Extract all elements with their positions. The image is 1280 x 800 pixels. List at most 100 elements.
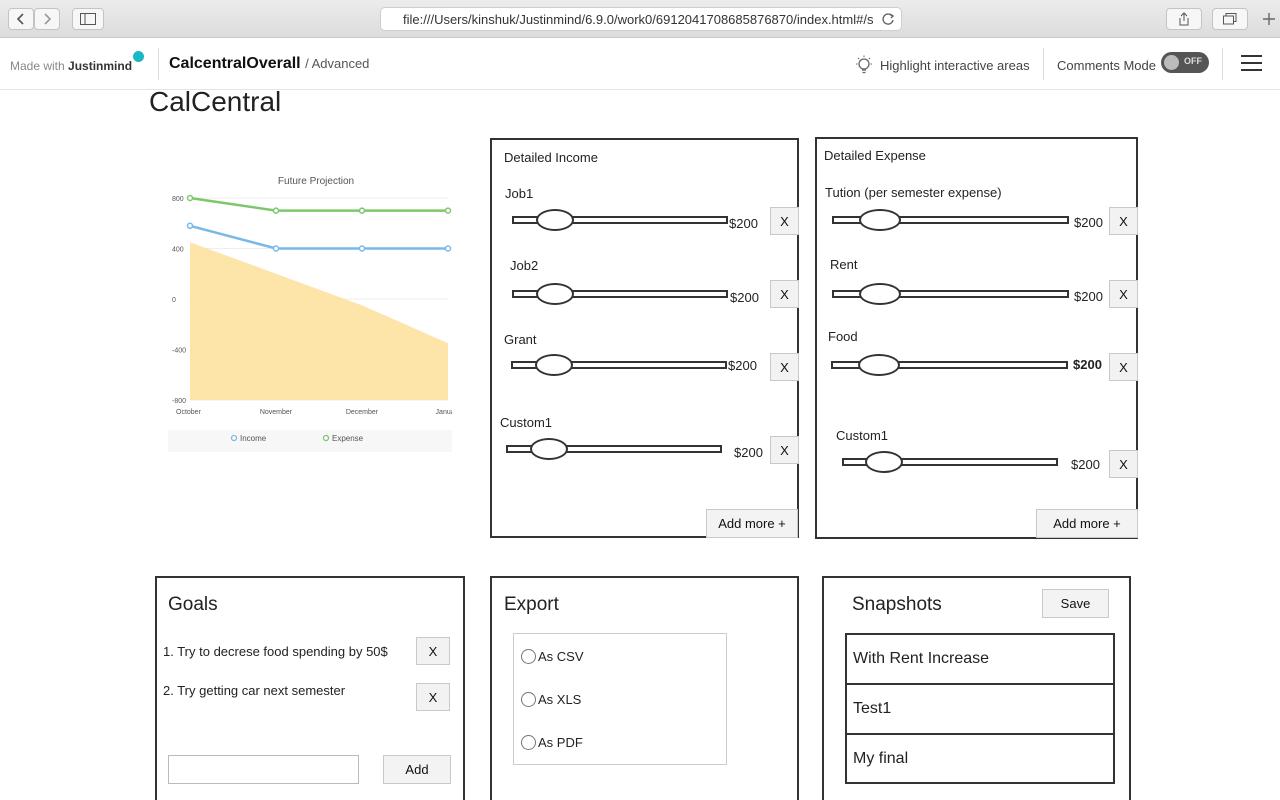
data-point-income: [272, 245, 280, 252]
project-subtitle: / Advanced: [305, 56, 370, 71]
remove-income-custom1-button[interactable]: X: [770, 436, 799, 464]
reload-icon[interactable]: [881, 12, 895, 26]
lightbulb-icon: [856, 55, 872, 74]
expense-slider-knob-tution[interactable]: [859, 209, 901, 231]
legend-marker-income: [230, 434, 238, 442]
export-option-csv[interactable]: As CSV: [521, 649, 584, 664]
back-button[interactable]: [8, 8, 34, 30]
save-snapshot-button[interactable]: Save: [1042, 589, 1109, 618]
comments-mode-toggle[interactable]: OFF: [1161, 52, 1209, 73]
project-name: CalcentralOverall: [169, 55, 301, 72]
remove-expense-custom1-button[interactable]: X: [1109, 450, 1138, 478]
income-slider-knob-job2[interactable]: [536, 283, 574, 305]
expense-amount-food: $200: [1073, 357, 1102, 372]
goals-title: Goals: [168, 594, 218, 615]
new-tab-button[interactable]: [1258, 8, 1280, 30]
expense-label-tution: Tution (per semester expense): [825, 185, 1002, 200]
brand-logo-dot: [133, 51, 144, 62]
highlight-areas-button[interactable]: Highlight interactive areas: [854, 55, 1030, 75]
export-option-label: As PDF: [538, 735, 583, 750]
new-goal-input[interactable]: [168, 755, 359, 784]
snapshot-item[interactable]: With Rent Increase: [845, 633, 1115, 685]
remove-expense-food-button[interactable]: X: [1109, 353, 1138, 381]
legend-marker-expense: [322, 434, 330, 442]
radio-button[interactable]: [521, 692, 536, 707]
header-divider: [158, 48, 159, 80]
browser-toolbar: file:///Users/kinshuk/Justinmind/6.9.0/w…: [0, 0, 1280, 38]
radio-button[interactable]: [521, 649, 536, 664]
expense-amount-tution: $200: [1074, 215, 1103, 230]
brand-name: Justinmind: [68, 59, 133, 73]
header-divider: [1222, 48, 1223, 80]
tabs-button[interactable]: [1212, 8, 1248, 30]
made-with-text: Made with: [10, 59, 65, 73]
expense-amount-rent: $200: [1074, 289, 1103, 304]
income-label-job2: Job2: [510, 258, 539, 273]
url-bar[interactable]: file:///Users/kinshuk/Justinmind/6.9.0/w…: [380, 7, 902, 31]
export-option-label: As XLS: [538, 692, 582, 707]
income-panel-title: Detailed Income: [504, 150, 598, 165]
data-point-expense: [272, 207, 280, 214]
legend-label-expense: Expense: [332, 434, 364, 443]
share-icon: [1179, 12, 1189, 26]
x-tick-label: December: [346, 409, 379, 416]
add-goal-button[interactable]: Add: [383, 755, 451, 784]
sidebar-toggle-button[interactable]: [72, 8, 104, 30]
income-slider-knob-grant[interactable]: [535, 354, 573, 376]
income-amount-job1: $200: [729, 216, 758, 231]
chevron-right-icon: [44, 13, 52, 25]
remove-goal-1-button[interactable]: X: [416, 637, 450, 665]
y-tick-label: 0: [172, 297, 176, 304]
expense-slider-knob-food[interactable]: [858, 354, 900, 376]
data-point-expense: [186, 194, 194, 202]
projection-chart: Future Projection 800 400 0 -400 -800 October N…: [168, 168, 461, 452]
data-point-income: [444, 245, 452, 252]
data-point-income: [358, 245, 366, 252]
remove-goal-2-button[interactable]: X: [416, 683, 450, 711]
y-tick-label: 400: [172, 247, 184, 254]
plus-icon: [1263, 13, 1275, 25]
snapshot-item[interactable]: Test1: [845, 683, 1115, 735]
page-title: CalCentral: [149, 86, 282, 117]
income-label-grant: Grant: [504, 332, 537, 347]
snapshots-title: Snapshots: [852, 594, 942, 615]
remove-expense-tution-button[interactable]: X: [1109, 207, 1138, 235]
menu-icon[interactable]: [1241, 55, 1262, 76]
remove-income-job2-button[interactable]: X: [770, 280, 799, 308]
y-tick-label: -800: [172, 398, 186, 405]
income-slider-knob-job1[interactable]: [536, 209, 574, 231]
expense-amount-custom1: $200: [1071, 457, 1100, 472]
projection-chart-svg: Future Projection 800 400 0 -400 -800 October N…: [168, 168, 461, 452]
tabs-icon: [1223, 13, 1237, 25]
data-point-expense: [444, 207, 452, 214]
toggle-state: OFF: [1184, 56, 1202, 66]
y-tick-label: -400: [172, 348, 186, 355]
remove-expense-rent-button[interactable]: X: [1109, 280, 1138, 308]
expense-slider-knob-custom1[interactable]: [865, 451, 903, 473]
snapshot-item[interactable]: My final: [845, 733, 1115, 784]
share-button[interactable]: [1166, 8, 1202, 30]
expense-label-food: Food: [828, 329, 858, 344]
x-tick-label: January: [436, 409, 452, 416]
export-option-xls[interactable]: As XLS: [521, 692, 581, 707]
legend-label-income: Income: [240, 434, 267, 443]
x-tick-label: October: [176, 409, 202, 416]
remove-income-job1-button[interactable]: X: [770, 207, 799, 235]
export-option-pdf[interactable]: As PDF: [521, 735, 583, 750]
income-slider-knob-custom1[interactable]: [530, 438, 568, 460]
url-text: file:///Users/kinshuk/Justinmind/6.9.0/w…: [403, 11, 874, 27]
income-amount-job2: $200: [730, 290, 759, 305]
radio-button[interactable]: [521, 735, 536, 750]
add-more-income-button[interactable]: Add more +: [706, 509, 798, 538]
export-title: Export: [504, 594, 559, 615]
remove-income-grant-button[interactable]: X: [770, 353, 799, 381]
project-title: CalcentralOverall / Advanced: [169, 55, 369, 73]
expense-slider-knob-rent[interactable]: [859, 283, 901, 305]
forward-button[interactable]: [34, 8, 60, 30]
goal-item-2: 2. Try getting car next semester: [163, 683, 346, 698]
comments-mode-label: Comments Mode: [1057, 58, 1156, 73]
goal-item-1: 1. Try to decrese food spending by 50$: [163, 644, 388, 659]
highlight-label: Highlight interactive areas: [880, 57, 1030, 73]
chart-legend-background: [168, 430, 452, 452]
add-more-expense-button[interactable]: Add more +: [1036, 509, 1138, 538]
